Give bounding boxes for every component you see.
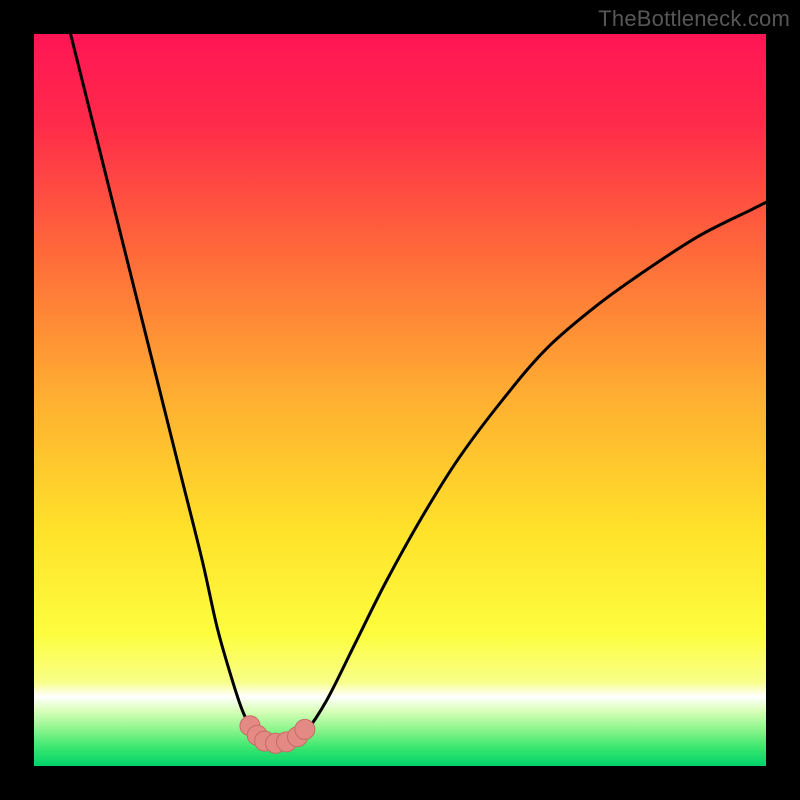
watermark-text: TheBottleneck.com <box>598 6 790 32</box>
plot-area <box>34 34 766 766</box>
valley-dot <box>295 719 315 739</box>
chart-frame: TheBottleneck.com <box>0 0 800 800</box>
bottleneck-curve-chart <box>34 34 766 766</box>
gradient-background <box>34 34 766 766</box>
